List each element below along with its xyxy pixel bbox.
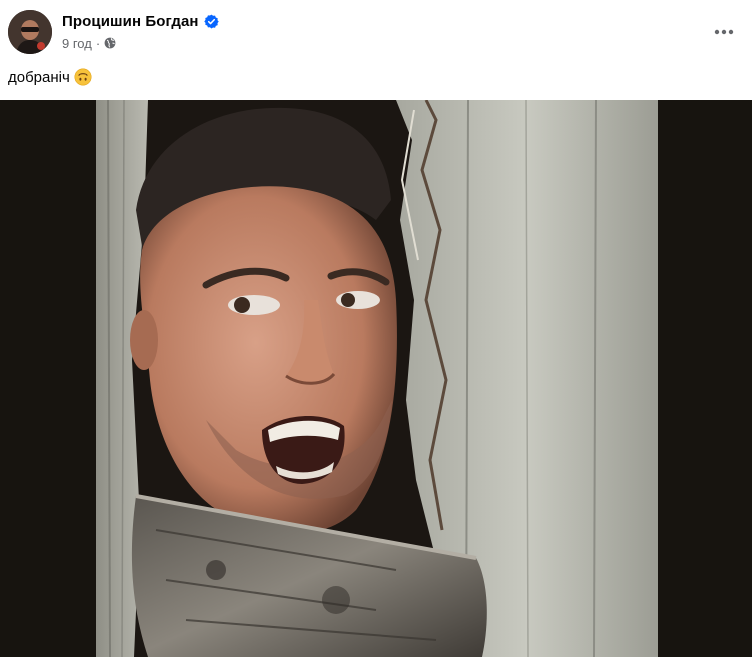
upside-down-face-emoji-icon [74, 68, 92, 86]
globe-icon[interactable] [104, 37, 116, 49]
more-options-button[interactable] [706, 16, 742, 46]
post-message: добраніч [8, 68, 70, 86]
post-photo[interactable] [96, 100, 658, 657]
avatar-image [8, 10, 52, 54]
meta-separator: · [95, 35, 101, 51]
post-meta: 9 год · [62, 34, 116, 52]
post-header: Процишин Богдан 9 год · [0, 0, 752, 64]
author-line: Процишин Богдан [62, 10, 219, 32]
post-media [0, 100, 752, 657]
author-avatar[interactable] [8, 10, 52, 54]
post-timestamp[interactable]: 9 год [62, 36, 92, 51]
author-name[interactable]: Процишин Богдан [62, 13, 199, 30]
verified-badge-icon [203, 14, 219, 29]
post-text: добраніч [8, 66, 92, 88]
more-horizontal-icon [714, 22, 734, 40]
photo-image [96, 100, 658, 657]
